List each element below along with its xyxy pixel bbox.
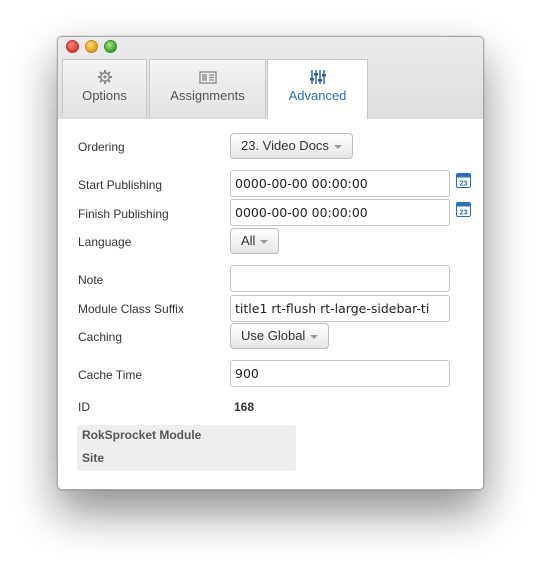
traffic-lights [66,40,117,53]
tab-bar: Options Assignments Advanced [62,59,483,119]
module-class-suffix-input[interactable]: title1 rt-flush rt-large-sidebar-ti [230,295,450,322]
module-class-suffix-label: Module Class Suffix [78,302,184,316]
language-label: Language [78,235,132,249]
cache-time-input[interactable]: 900 [230,360,450,387]
module-settings-window: Options Assignments Advanced Ordering 23… [57,36,484,490]
id-label: ID [78,400,90,414]
advanced-panel: Ordering 23. Video Docs Start Publishing… [58,119,483,489]
tab-advanced[interactable]: Advanced [267,59,368,119]
gear-icon [97,70,112,84]
module-info-box: RokSprocket Module Site [77,425,296,471]
assignments-icon [198,71,217,84]
tab-assignments[interactable]: Assignments [149,59,266,117]
tab-assignments-label: Assignments [170,88,245,103]
module-type: RokSprocket Module [82,428,202,442]
minimize-window-button[interactable] [85,40,98,53]
tab-advanced-label: Advanced [288,88,347,103]
sliders-icon [309,70,326,84]
tab-options[interactable]: Options [62,59,147,117]
note-input[interactable] [230,265,450,292]
finish-publishing-label: Finish Publishing [78,207,169,221]
caching-select[interactable]: Use Global [230,323,330,349]
calendar-icon[interactable]: 23 [456,202,471,217]
language-value: All [241,233,256,248]
calendar-icon-text: 23 [459,179,467,188]
ordering-select[interactable]: 23. Video Docs [230,133,353,159]
close-window-button[interactable] [66,40,79,53]
chevron-down-icon [310,334,319,339]
chevron-down-icon [333,144,342,149]
start-publishing-input[interactable]: 0000-00-00 00:00:00 [230,170,450,197]
zoom-window-button[interactable] [104,40,117,53]
finish-publishing-input[interactable]: 0000-00-00 00:00:00 [230,199,450,226]
calendar-icon[interactable]: 23 [456,173,471,188]
tab-options-label: Options [82,88,127,103]
start-publishing-label: Start Publishing [78,178,163,192]
cache-time-label: Cache Time [78,368,143,382]
id-value: 168 [234,400,255,414]
language-select[interactable]: All [230,228,280,254]
module-client: Site [82,451,105,465]
caching-value: Use Global [241,328,306,343]
calendar-icon-text: 23 [459,208,467,217]
chevron-down-icon [260,239,269,244]
caching-label: Caching [78,330,123,344]
note-label: Note [78,273,104,287]
ordering-label: Ordering [78,140,125,154]
ordering-value: 23. Video Docs [241,138,329,153]
